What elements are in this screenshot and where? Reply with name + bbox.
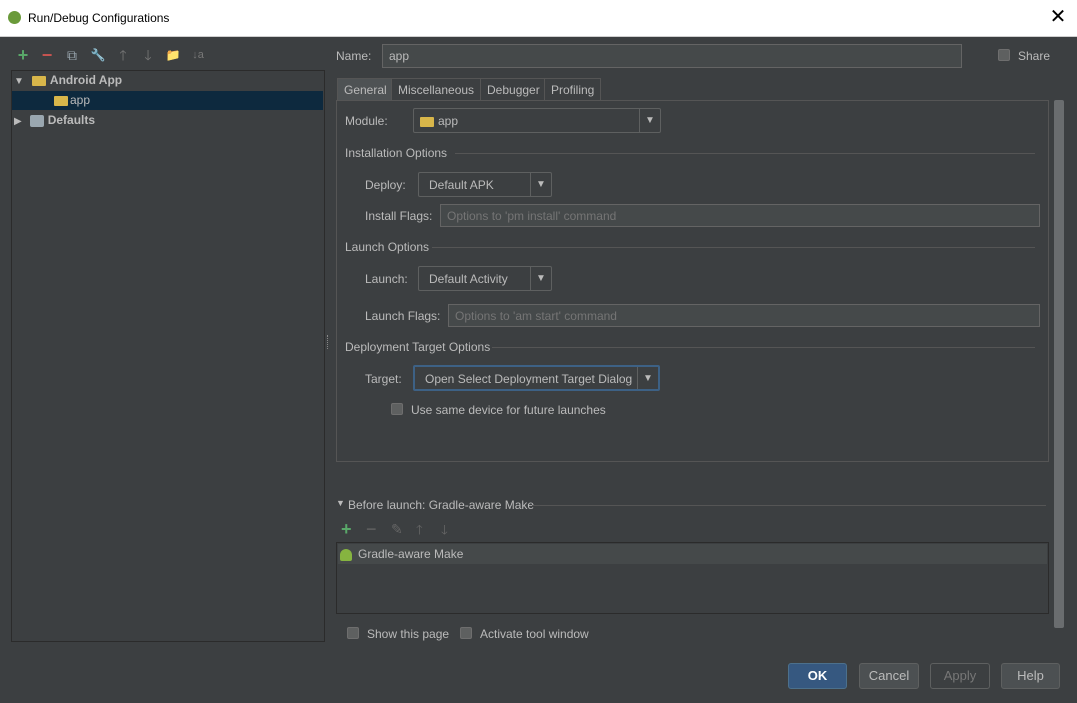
apply-button[interactable]: Apply bbox=[930, 663, 990, 689]
before-launch-remove-icon[interactable]: − bbox=[366, 519, 377, 540]
installation-options-title: Installation Options bbox=[345, 146, 448, 160]
divider bbox=[432, 247, 1035, 248]
install-flags-label: Install Flags: bbox=[365, 209, 433, 223]
close-icon[interactable]: ✕ bbox=[1045, 4, 1071, 30]
target-label: Target: bbox=[365, 372, 402, 386]
share-checkbox[interactable] bbox=[998, 49, 1010, 61]
tree-item-app[interactable]: app bbox=[12, 91, 323, 110]
tree-defaults-label: Defaults bbox=[47, 113, 96, 127]
configurations-tree[interactable]: ▼ Android App app ▶ Defaults bbox=[11, 70, 325, 642]
share-label: Share bbox=[1018, 49, 1051, 63]
launch-flags-input[interactable] bbox=[448, 304, 1040, 327]
launch-flags-label: Launch Flags: bbox=[365, 309, 441, 323]
divider bbox=[455, 153, 1035, 154]
window-title: Run/Debug Configurations bbox=[28, 11, 170, 25]
ok-button[interactable]: OK bbox=[788, 663, 847, 689]
edit-defaults-icon[interactable]: 🔧 bbox=[89, 46, 107, 64]
launch-label: Launch: bbox=[365, 272, 408, 286]
same-device-checkbox[interactable] bbox=[391, 403, 403, 415]
tree-group-defaults[interactable]: ▶ Defaults bbox=[14, 111, 322, 130]
module-combo-value: app bbox=[420, 109, 458, 133]
launch-options-title: Launch Options bbox=[345, 240, 430, 254]
chevron-down-icon: ▼ bbox=[639, 109, 660, 132]
cancel-button[interactable]: Cancel bbox=[859, 663, 919, 689]
chevron-down-icon: ▼ bbox=[530, 267, 551, 290]
activate-tool-window-label: Activate tool window bbox=[480, 627, 589, 641]
tab-general[interactable]: General bbox=[337, 78, 394, 101]
target-combo[interactable]: Open Select Deployment Target Dialog ▼ bbox=[413, 365, 660, 391]
module-folder-icon bbox=[420, 116, 434, 127]
title-bar: Run/Debug Configurations ✕ bbox=[0, 0, 1077, 37]
folder-icon[interactable]: 📁 bbox=[164, 46, 182, 64]
before-launch-edit-icon[interactable]: ✎ bbox=[391, 521, 403, 538]
before-launch-collapse-icon[interactable]: ▼ bbox=[336, 498, 345, 508]
show-page-checkbox[interactable] bbox=[347, 627, 359, 639]
module-label: Module: bbox=[345, 114, 388, 128]
tab-debugger[interactable]: Debugger bbox=[480, 78, 547, 101]
sort-icon[interactable]: ↓a bbox=[189, 46, 207, 64]
move-up-icon[interactable]: 🡑 bbox=[114, 46, 132, 64]
deploy-combo-value: Default APK bbox=[429, 178, 494, 192]
copy-icon[interactable]: ⧉ bbox=[63, 46, 81, 64]
target-combo-value: Open Select Deployment Target Dialog bbox=[425, 372, 633, 386]
before-launch-down-icon[interactable]: 🡓 bbox=[441, 521, 448, 543]
collapse-arrow-icon[interactable]: ▶ bbox=[14, 116, 22, 127]
launch-combo[interactable]: Default Activity ▼ bbox=[418, 266, 552, 291]
deploy-label: Deploy: bbox=[365, 178, 406, 192]
tree-item-label: app bbox=[70, 93, 91, 107]
name-input[interactable] bbox=[382, 44, 962, 68]
chevron-down-icon: ▼ bbox=[530, 173, 551, 196]
deploy-combo[interactable]: Default APK ▼ bbox=[418, 172, 552, 197]
help-button[interactable]: Help bbox=[1001, 663, 1060, 689]
list-item[interactable]: Gradle-aware Make bbox=[338, 544, 1047, 564]
folder-icon bbox=[31, 75, 46, 86]
move-down-icon[interactable]: 🡓 bbox=[139, 46, 157, 64]
tree-group-label: Android App bbox=[49, 73, 123, 87]
app-config-icon bbox=[54, 95, 68, 106]
tab-profiling[interactable]: Profiling bbox=[544, 78, 602, 101]
list-item-label: Gradle-aware Make bbox=[358, 547, 464, 561]
remove-icon[interactable]: − bbox=[38, 46, 56, 64]
activate-tool-window-checkbox[interactable] bbox=[460, 627, 472, 639]
install-flags-input[interactable] bbox=[440, 204, 1040, 227]
android-studio-icon bbox=[8, 11, 21, 24]
name-label: Name: bbox=[336, 49, 372, 63]
android-icon bbox=[340, 548, 352, 561]
before-launch-title[interactable]: Before launch: Gradle-aware Make bbox=[348, 498, 534, 512]
vertical-scrollbar[interactable] bbox=[1054, 100, 1064, 628]
chevron-down-icon: ▼ bbox=[637, 367, 658, 389]
splitter-handle[interactable] bbox=[327, 335, 330, 349]
show-page-label: Show this page bbox=[367, 627, 450, 641]
tree-group-android-app[interactable]: ▼ Android App bbox=[14, 71, 322, 90]
before-launch-add-icon[interactable]: + bbox=[341, 519, 352, 540]
tab-miscellaneous[interactable]: Miscellaneous bbox=[391, 78, 482, 101]
expand-arrow-icon[interactable]: ▼ bbox=[14, 76, 24, 87]
before-launch-list[interactable]: Gradle-aware Make bbox=[336, 542, 1049, 614]
divider bbox=[492, 347, 1035, 348]
launch-combo-value: Default Activity bbox=[429, 272, 508, 286]
same-device-label: Use same device for future launches bbox=[411, 403, 606, 417]
before-launch-up-icon[interactable]: 🡑 bbox=[416, 521, 423, 543]
add-icon[interactable]: + bbox=[14, 46, 32, 64]
deployment-target-title: Deployment Target Options bbox=[345, 340, 491, 354]
divider bbox=[532, 505, 1046, 506]
module-combo[interactable]: app ▼ bbox=[413, 108, 661, 133]
wrench-icon bbox=[29, 114, 44, 127]
